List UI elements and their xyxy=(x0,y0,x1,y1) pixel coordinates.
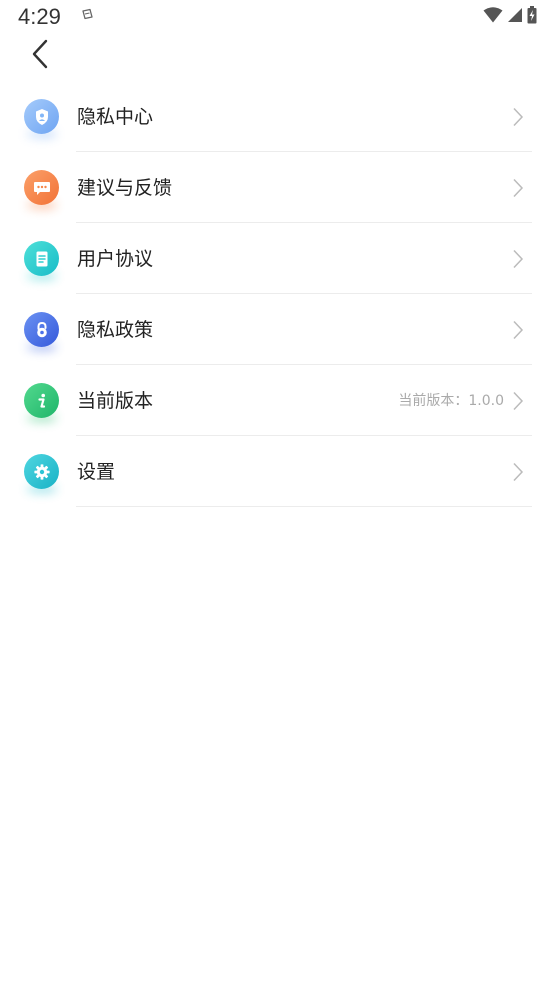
menu-item-feedback[interactable]: 建议与反馈 xyxy=(0,152,553,223)
menu-item-settings[interactable]: 设置 xyxy=(0,436,553,507)
version-value: 当前版本：1.0.0 xyxy=(398,393,504,409)
status-bar: 4:29 xyxy=(0,0,553,32)
menu-item-privacy-center[interactable]: 隐私中心 xyxy=(0,81,553,152)
menu-item-label: 隐私政策 xyxy=(77,319,154,341)
wifi-icon xyxy=(483,7,503,27)
status-icons xyxy=(483,6,537,28)
settings-menu: 隐私中心 建议与反馈 用户协议 隐私政策 当前版本 当前版本：1.0.0 设置 xyxy=(0,81,553,507)
battery-charging-icon xyxy=(527,6,537,28)
notification-icon xyxy=(80,7,94,21)
document-icon xyxy=(24,241,59,276)
chevron-right-icon xyxy=(512,178,524,198)
gear-icon xyxy=(24,454,59,489)
menu-item-user-agreement[interactable]: 用户协议 xyxy=(0,223,553,294)
chevron-right-icon xyxy=(512,391,524,411)
chevron-right-icon xyxy=(512,320,524,340)
menu-item-label: 当前版本 xyxy=(77,390,154,412)
menu-item-label: 隐私中心 xyxy=(77,106,154,128)
privacy-center-icon xyxy=(24,99,59,134)
menu-item-label: 建议与反馈 xyxy=(77,177,173,199)
info-icon xyxy=(24,383,59,418)
chevron-right-icon xyxy=(512,249,524,269)
menu-item-current-version[interactable]: 当前版本 当前版本：1.0.0 xyxy=(0,365,553,436)
chevron-left-icon xyxy=(30,39,50,73)
status-time: 4:29 xyxy=(18,4,61,29)
menu-item-label: 用户协议 xyxy=(77,248,154,270)
feedback-chat-icon xyxy=(24,170,59,205)
lock-icon xyxy=(24,312,59,347)
back-button[interactable] xyxy=(20,36,60,76)
divider xyxy=(76,506,532,507)
chevron-right-icon xyxy=(512,107,524,127)
signal-icon xyxy=(507,7,523,27)
menu-item-label: 设置 xyxy=(77,461,116,483)
chevron-right-icon xyxy=(512,462,524,482)
menu-item-privacy-policy[interactable]: 隐私政策 xyxy=(0,294,553,365)
